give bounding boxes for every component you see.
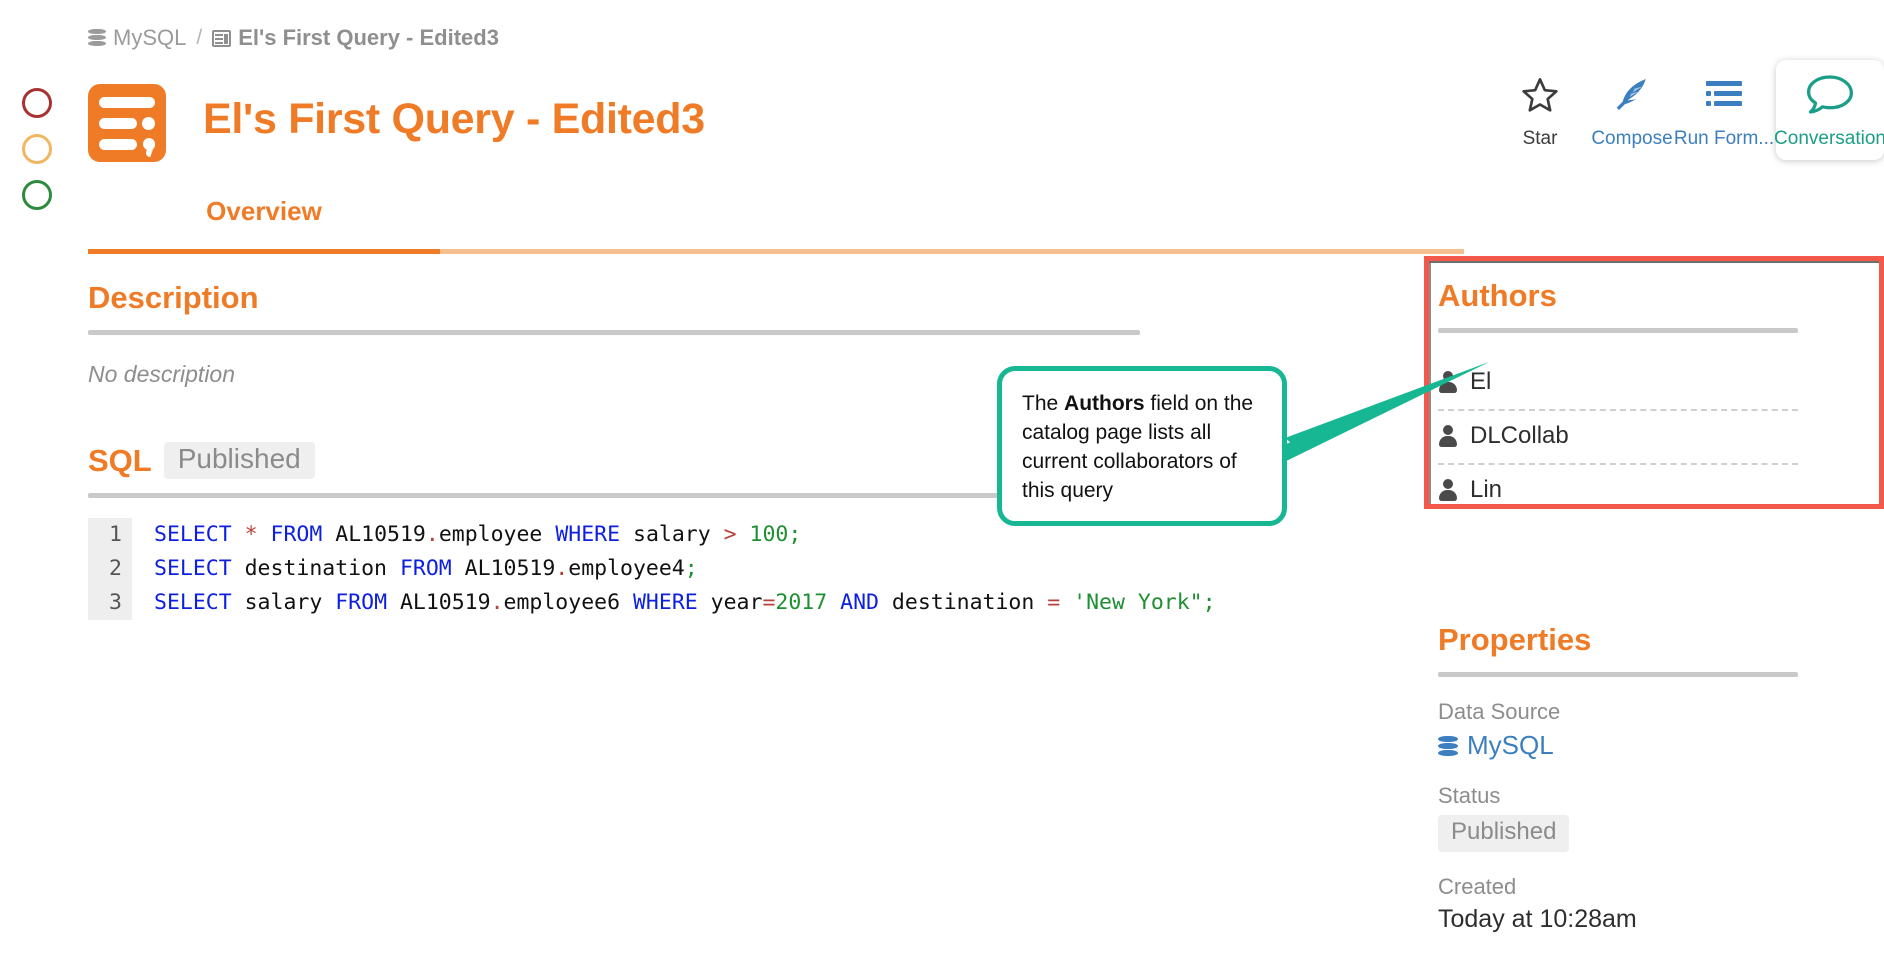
author-row[interactable]: El [1438, 357, 1798, 411]
tab-overview[interactable]: Overview [88, 196, 440, 249]
breadcrumb-item-datasource[interactable]: MySQL [88, 25, 186, 51]
breadcrumb-label-datasource: MySQL [113, 25, 187, 50]
property-value-created: Today at 10:28am [1438, 905, 1637, 933]
zoom-button[interactable] [22, 180, 52, 210]
star-label: Star [1522, 128, 1558, 149]
author-row[interactable]: Lin [1438, 465, 1798, 517]
author-name: El [1470, 368, 1492, 395]
compose-label: Compose [1591, 128, 1673, 149]
authors-heading: Authors [1438, 278, 1557, 313]
compose-button[interactable]: Compose [1586, 60, 1678, 160]
app-window: MySQL / El's First Query - Edited3 El's … [0, 0, 1884, 960]
description-heading-label: Description [88, 280, 259, 315]
properties-panel: Properties Data Source MySQL Status Publ… [1438, 622, 1838, 934]
close-button[interactable] [22, 88, 52, 118]
code-text: SELECT destination FROM AL10519.employee… [154, 556, 698, 581]
tab-active-indicator [88, 249, 440, 254]
database-icon [1438, 735, 1458, 757]
line-number: 2 [109, 556, 122, 581]
callout-annotation: The Authors field on the catalog page li… [997, 366, 1287, 526]
speech-bubble-icon [1804, 72, 1856, 118]
minimize-button[interactable] [22, 134, 52, 164]
code-text: SELECT salary FROM AL10519.employee6 WHE… [154, 590, 1216, 615]
star-icon [1519, 72, 1561, 118]
authors-divider [1438, 328, 1798, 333]
description-heading: Description [88, 280, 1348, 316]
status-badge: Published [1438, 815, 1570, 852]
query-icon [212, 29, 232, 47]
author-row[interactable]: DLCollab [1438, 411, 1798, 465]
run-form-label: Run Form... [1673, 128, 1775, 149]
feather-icon [1611, 72, 1653, 118]
page-title: El's First Query - Edited3 [203, 95, 705, 143]
user-icon [1438, 479, 1458, 501]
property-label-data-source: Data Source [1438, 699, 1561, 724]
breadcrumb-separator: / [196, 26, 203, 49]
properties-heading: Properties [1438, 622, 1592, 657]
line-number: 3 [109, 590, 122, 615]
data-source-name: MySQL [1467, 730, 1554, 760]
breadcrumb-item-query[interactable]: El's First Query - Edited3 [212, 25, 499, 51]
user-icon [1438, 371, 1458, 393]
properties-divider [1438, 672, 1798, 677]
description-divider [88, 330, 1140, 335]
star-button[interactable]: Star [1494, 60, 1586, 160]
breadcrumb-label-query: El's First Query - Edited3 [238, 25, 499, 50]
tab-bar: Overview [88, 196, 1884, 254]
query-app-icon [88, 84, 166, 162]
database-icon [88, 28, 106, 48]
property-label-created: Created [1438, 874, 1517, 899]
callout-text-before: The [1022, 392, 1065, 415]
author-name: Lin [1470, 476, 1503, 503]
code-line: 3 SELECT salary FROM AL10519.employee6 WH… [88, 586, 1348, 620]
property-label-status: Status [1438, 783, 1501, 808]
user-icon [1438, 425, 1458, 447]
code-line: 2 SELECT destination FROM AL10519.employe… [88, 552, 1348, 586]
list-icon [1706, 72, 1742, 118]
breadcrumb: MySQL / El's First Query - Edited3 [88, 25, 499, 51]
author-name: DLCollab [1470, 422, 1569, 449]
sql-heading-label: SQL [88, 442, 152, 478]
callout-text-bold: Authors [1064, 392, 1145, 415]
sql-code-block[interactable]: 1 SELECT * FROM AL10519.employee WHERE sa… [88, 518, 1348, 620]
conversation-label: Conversation [1774, 128, 1884, 149]
line-number: 1 [109, 522, 122, 547]
sql-status-badge: Published [163, 442, 315, 479]
run-form-button[interactable]: Run Form... [1674, 60, 1774, 160]
conversation-button[interactable]: Conversation [1774, 60, 1884, 160]
authors-panel: Authors El DLCollab Lin [1438, 278, 1838, 517]
property-value-data-source[interactable]: MySQL [1438, 730, 1838, 761]
authors-list: El DLCollab Lin [1438, 357, 1838, 517]
code-lines: 1 SELECT * FROM AL10519.employee WHERE sa… [88, 518, 1348, 620]
window-traffic-lights [22, 88, 52, 210]
sql-divider [88, 493, 1140, 498]
code-text: SELECT * FROM AL10519.employee WHERE sal… [154, 522, 802, 547]
toolbar: Star Compose Run Form... Conversation [1494, 60, 1884, 160]
tab-underline [88, 249, 1464, 254]
